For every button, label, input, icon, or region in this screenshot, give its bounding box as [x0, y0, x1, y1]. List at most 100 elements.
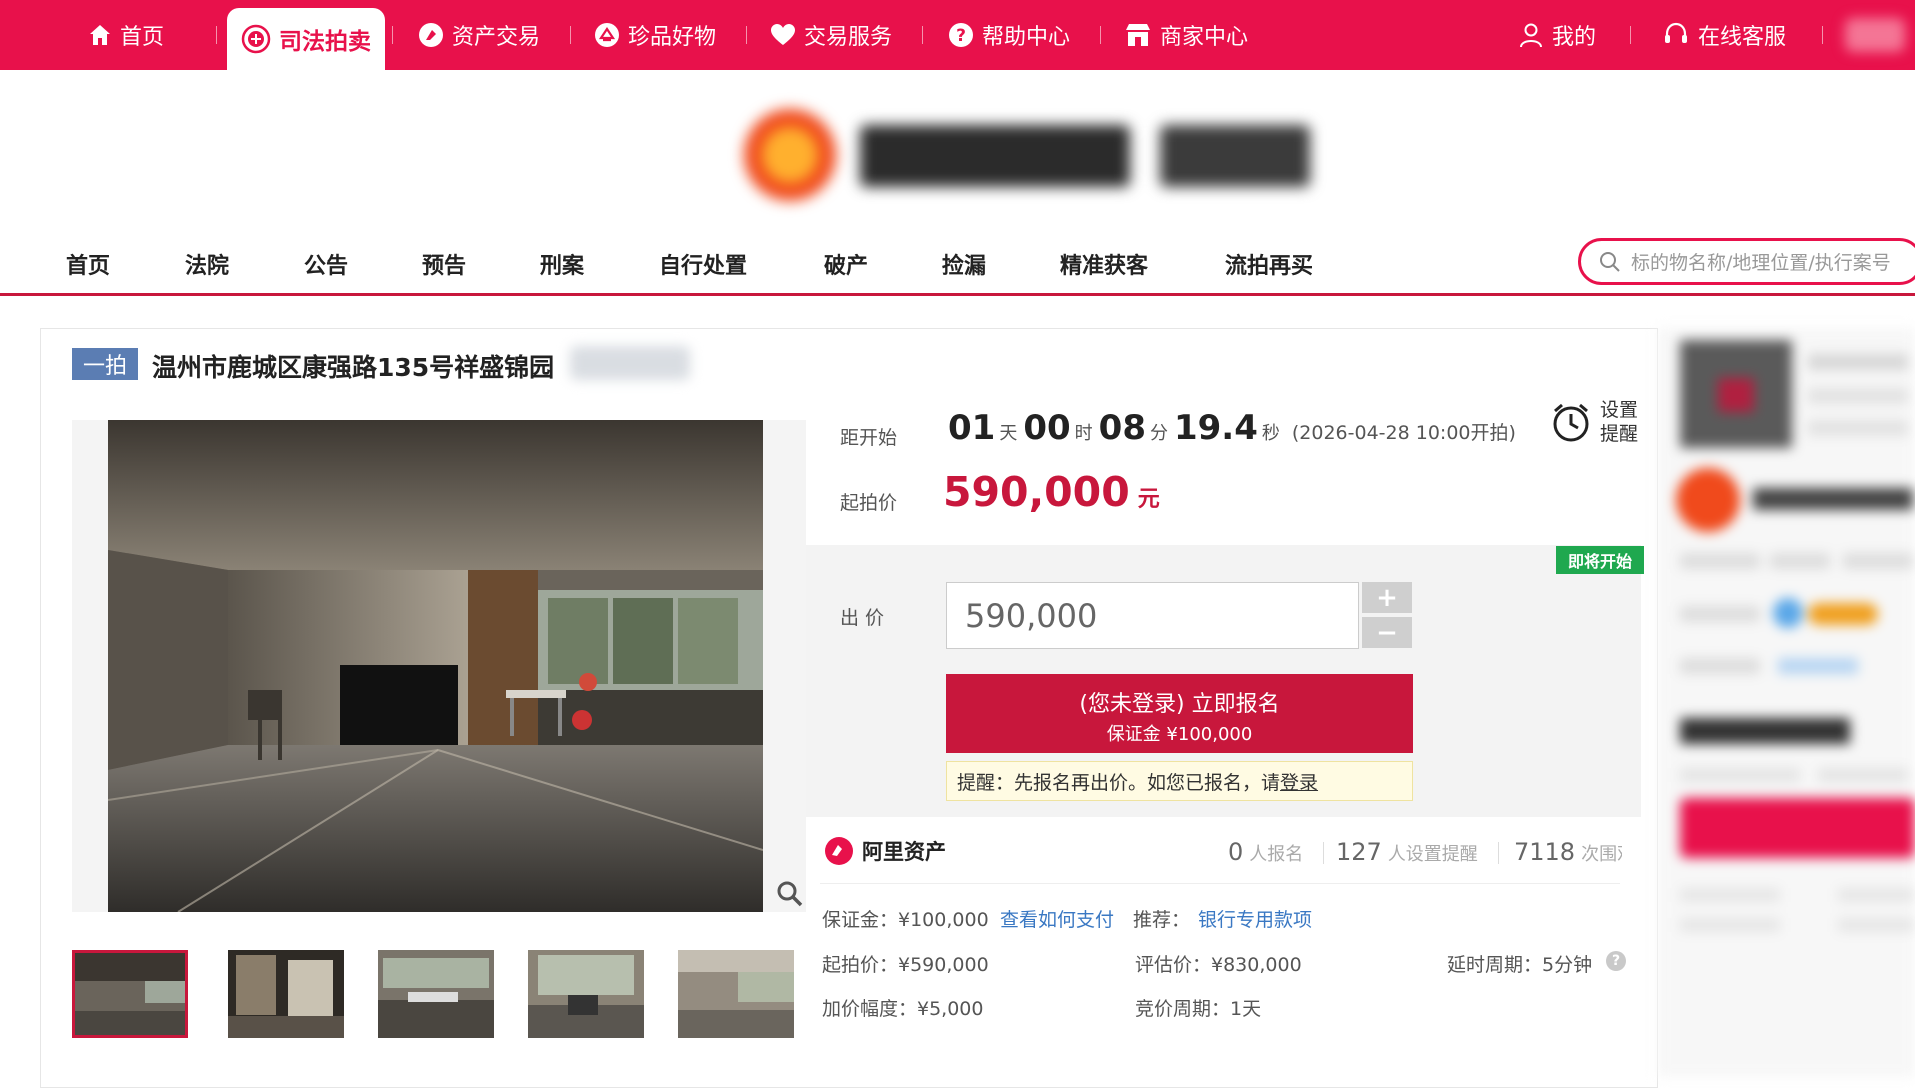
top-nav-merchant[interactable]: 商家中心 — [1124, 0, 1248, 70]
headset-icon — [1665, 22, 1687, 43]
search-input[interactable]: 标的物名称/地理位置/执行案号 — [1631, 248, 1891, 275]
zoom-icon[interactable] — [776, 880, 804, 912]
appraisal-info: 评估价：¥830,000 — [1135, 954, 1302, 976]
lot-title: 温州市鹿城区康强路135号祥盛锦园 — [152, 353, 555, 382]
signup-button-label: (您未登录) 立即报名 — [1079, 692, 1280, 717]
category-self-disposal[interactable]: 自行处置 — [659, 248, 747, 280]
search-box[interactable]: 标的物名称/地理位置/执行案号 — [1578, 238, 1915, 285]
nav-divider — [1630, 26, 1631, 44]
auction-start-time: (2026-04-28 10:00开拍) — [1291, 422, 1516, 444]
court-icon — [241, 24, 271, 54]
home-icon — [90, 25, 110, 45]
reminder-count-unit: 人设置提醒 — [1387, 844, 1478, 865]
countdown-hours: 00 — [1023, 408, 1071, 448]
category-precise-leads[interactable]: 精准获客 — [1060, 248, 1148, 280]
main-photo[interactable] — [108, 420, 763, 912]
blurred-user-area — [1845, 18, 1905, 52]
countdown-seconds-unit: 秒 — [1261, 423, 1280, 444]
login-link[interactable]: 登录 — [1280, 768, 1318, 795]
photo-thumbnail-3[interactable] — [378, 950, 494, 1038]
photo-thumbnail-5[interactable] — [678, 950, 794, 1038]
ali-assets-brand[interactable]: 阿里资产 — [824, 836, 946, 866]
countdown-label: 距开始 — [840, 427, 898, 449]
ali-assets-label: 阿里资产 — [862, 840, 946, 864]
stat-divider — [1498, 842, 1499, 864]
nav-divider — [1100, 26, 1101, 44]
countdown-minutes: 08 — [1098, 408, 1146, 448]
nav-divider — [746, 26, 747, 44]
top-nav-support[interactable]: 在线客服 — [1662, 0, 1786, 70]
bid-increase-button[interactable]: + — [1362, 582, 1412, 613]
top-nav-assets[interactable]: 资产交易 — [418, 0, 540, 70]
nav-divider — [922, 26, 923, 44]
recommend-link[interactable]: 银行专用款项 — [1198, 909, 1312, 931]
reminder-count: 127 人设置提醒 — [1336, 838, 1478, 866]
top-nav-help[interactable]: ? 帮助中心 — [948, 0, 1070, 70]
how-to-pay-link-wrap: 查看如何支付 — [1000, 905, 1114, 932]
countdown-hours-unit: 时 — [1074, 423, 1093, 444]
category-preview[interactable]: 预告 — [422, 248, 466, 280]
status-badge: 即将开始 — [1556, 546, 1644, 574]
category-bankruptcy[interactable]: 破产 — [824, 248, 868, 280]
gem-icon — [595, 23, 619, 47]
photo-thumbnail-2[interactable] — [228, 950, 344, 1038]
photo-thumbnail-1[interactable] — [72, 950, 188, 1038]
question-icon[interactable]: ? — [1606, 951, 1626, 971]
recommend-label: 推荐： — [1133, 909, 1191, 931]
stat-divider — [1323, 842, 1324, 864]
site-logo[interactable] — [740, 100, 1330, 210]
store-icon — [1126, 24, 1150, 46]
countdown-days: 01 — [948, 408, 996, 448]
how-to-pay-link[interactable]: 查看如何支付 — [1000, 909, 1114, 931]
start-price-value: 590,000 — [943, 468, 1130, 516]
start-price-label: 起拍价 — [840, 492, 898, 514]
signup-count-value: 0 — [1228, 838, 1244, 866]
heart-icon — [771, 24, 795, 45]
user-icon — [1520, 23, 1542, 48]
photo-thumbnail-4[interactable] — [528, 950, 644, 1038]
set-reminder-label: 设置提醒 — [1600, 399, 1639, 445]
countdown-seconds: 19.4 — [1173, 408, 1258, 448]
top-nav-home[interactable]: 首页 — [88, 0, 164, 70]
view-count-value: 7118 — [1514, 838, 1576, 866]
signup-button[interactable]: (您未登录) 立即报名 保证金 ¥100,000 — [946, 674, 1413, 753]
countdown-minutes-unit: 分 — [1149, 423, 1168, 444]
bid-amount-input[interactable]: 590,000 — [946, 582, 1359, 649]
countdown-timer: 01 天 00 时 08 分 19.4 秒 (2026-04-28 10:00开拍) — [948, 408, 1516, 448]
help-icon: ? — [949, 23, 973, 47]
start-price-unit: 元 — [1137, 487, 1160, 512]
top-nav-support-label: 在线客服 — [1698, 25, 1787, 50]
category-court[interactable]: 法院 — [185, 248, 229, 280]
top-nav-treasures[interactable]: 珍品好物 — [594, 0, 716, 70]
deposit-info: 保证金：¥100,000 — [822, 909, 989, 931]
nav-divider — [570, 26, 571, 44]
signup-deposit-label: 保证金 ¥100,000 — [1106, 724, 1253, 745]
blurred-title-part — [570, 346, 690, 380]
category-relist[interactable]: 流拍再买 — [1225, 248, 1313, 280]
login-hint-text: 提醒：先报名再出价。如您已报名，请 — [957, 771, 1281, 794]
login-hint: 提醒：先报名再出价。如您已报名，请 登录 — [946, 761, 1413, 801]
top-nav-mine[interactable]: 我的 — [1518, 0, 1596, 70]
category-criminal[interactable]: 刑案 — [540, 248, 584, 280]
asset-icon — [419, 23, 443, 47]
view-count: 7118次围观 — [1514, 838, 1622, 866]
alarm-icon — [1553, 403, 1589, 442]
top-nav-judicial-tab[interactable]: 司法拍卖 — [227, 8, 385, 70]
top-nav-mine-label: 我的 — [1552, 25, 1597, 50]
category-bargain[interactable]: 捡漏 — [942, 248, 986, 280]
bid-decrease-button[interactable]: − — [1362, 617, 1412, 648]
alibaba-icon — [825, 837, 853, 865]
countdown-days-unit: 天 — [999, 423, 1018, 444]
top-nav-assets-label: 资产交易 — [452, 25, 541, 50]
top-nav-services-label: 交易服务 — [804, 25, 893, 50]
set-reminder-button[interactable]: 设置提醒 — [1550, 398, 1642, 446]
reminder-count-value: 127 — [1336, 838, 1382, 866]
category-notice[interactable]: 公告 — [304, 248, 348, 280]
top-nav-merchant-label: 商家中心 — [1160, 25, 1249, 50]
signup-count: 0 人报名 — [1228, 838, 1303, 866]
seller-sidebar — [1658, 328, 1915, 1077]
nav-divider — [1822, 26, 1823, 44]
top-nav-services[interactable]: 交易服务 — [770, 0, 892, 70]
top-nav-home-label: 首页 — [120, 25, 165, 50]
category-home[interactable]: 首页 — [66, 248, 110, 280]
